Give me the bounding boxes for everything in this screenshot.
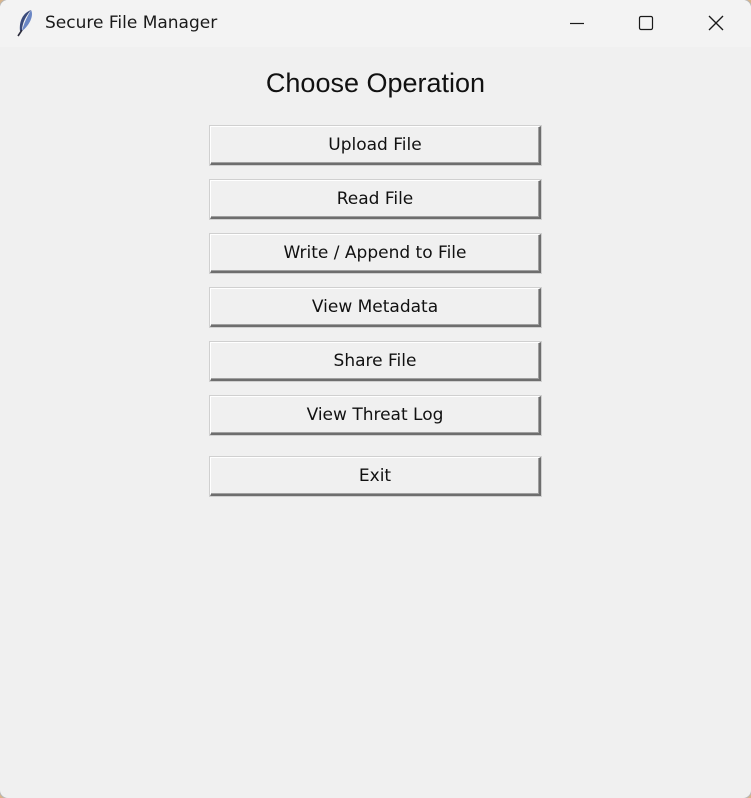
- read-file-button[interactable]: Read File: [210, 180, 541, 219]
- minimize-button[interactable]: [541, 0, 611, 47]
- page-title: Choose Operation: [265, 68, 486, 98]
- close-button[interactable]: [681, 0, 751, 47]
- exit-button[interactable]: Exit: [210, 457, 541, 496]
- share-file-button[interactable]: Share File: [210, 342, 541, 381]
- upload-file-button[interactable]: Upload File: [210, 126, 541, 165]
- app-window: Secure File Manager Choose Operation Upl…: [0, 0, 751, 798]
- title-bar[interactable]: Secure File Manager: [0, 0, 751, 47]
- maximize-icon: [638, 15, 654, 31]
- minimize-icon: [570, 22, 584, 25]
- view-threat-log-button[interactable]: View Threat Log: [210, 396, 541, 435]
- feather-icon: [14, 9, 36, 37]
- view-metadata-button[interactable]: View Metadata: [210, 288, 541, 327]
- close-icon: [708, 15, 724, 31]
- maximize-button[interactable]: [611, 0, 681, 47]
- write-append-file-button[interactable]: Write / Append to File: [210, 234, 541, 273]
- window-title: Secure File Manager: [45, 13, 218, 33]
